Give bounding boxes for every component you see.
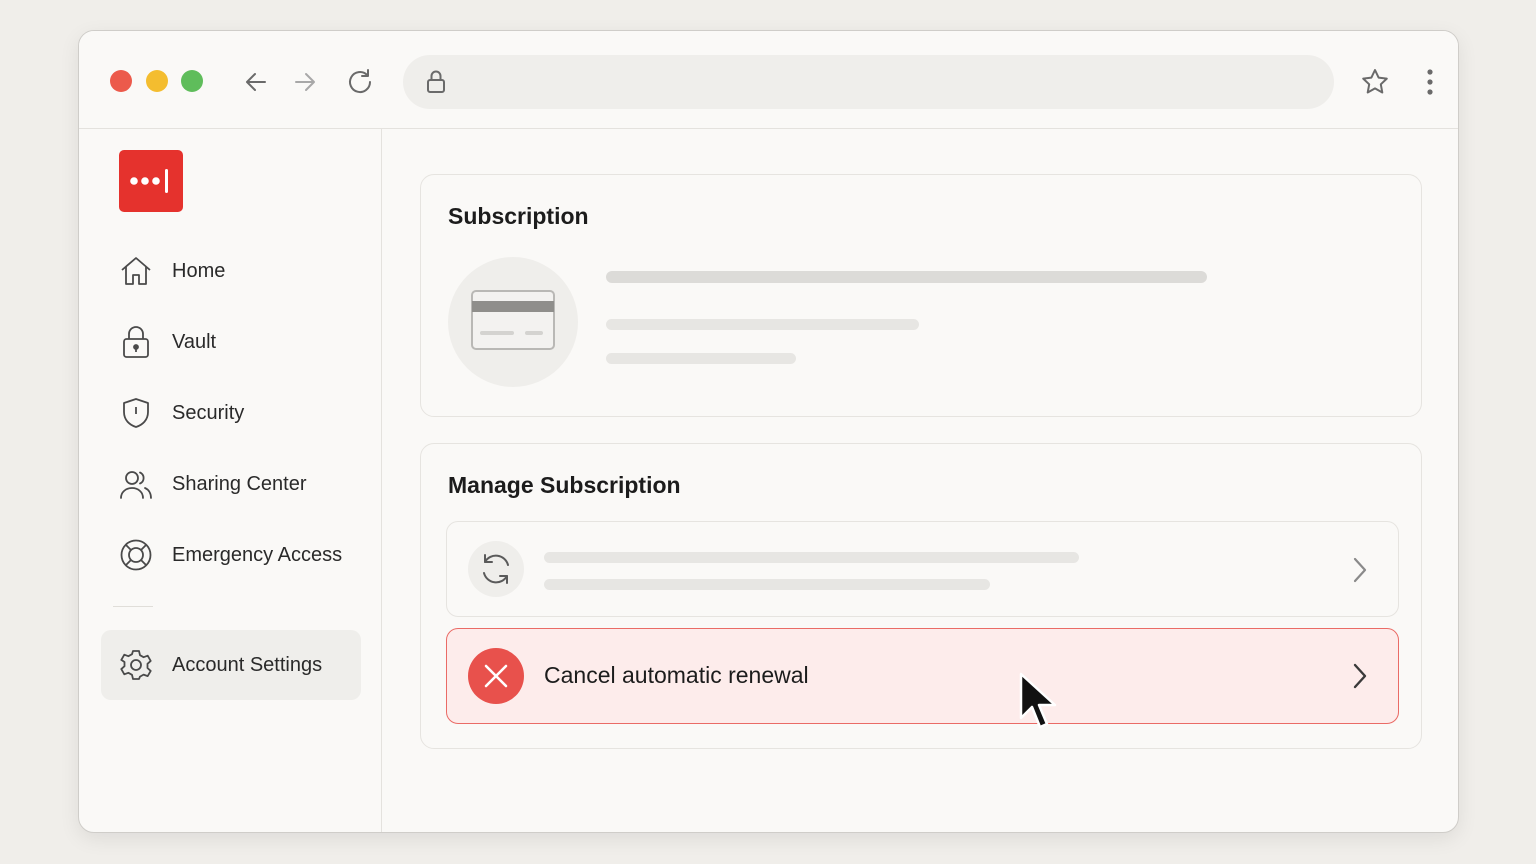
mouse-cursor-icon [1018,672,1058,735]
browser-window: Home Vault Security Sharing Center Emerg [78,30,1459,833]
sidebar-item-label: Home [172,259,226,282]
lock-icon [119,325,153,359]
cancel-renewal-label: Cancel automatic renewal [544,662,809,688]
manage-subscription-title: Manage Subscription [448,472,681,498]
chevron-right-icon [1350,661,1370,691]
minimize-window-button[interactable] [146,70,168,92]
sidebar-item-label: Sharing Center [172,472,307,495]
skeleton-line [544,552,1079,563]
skeleton-line [606,353,796,364]
refresh-icon [468,541,524,597]
cancel-renewal-row[interactable]: Cancel automatic renewal [446,628,1399,724]
skeleton-line [606,319,919,330]
home-icon [119,254,153,288]
lock-icon [425,69,447,100]
users-icon [119,467,153,501]
sidebar: Home Vault Security Sharing Center Emerg [79,129,382,832]
sidebar-item-account-settings[interactable]: Account Settings [101,630,361,700]
more-vertical-icon[interactable] [1415,67,1445,97]
sidebar-item-sharing-center[interactable]: Sharing Center [101,449,361,519]
manage-subscription-card: Manage Subscription Cancel automatic ren… [420,443,1422,749]
sidebar-item-vault[interactable]: Vault [101,307,361,377]
shield-icon [119,396,153,430]
sidebar-item-security[interactable]: Security [101,378,361,448]
sidebar-item-home[interactable]: Home [101,236,361,306]
app-logo[interactable] [119,150,183,212]
back-icon[interactable] [241,67,271,97]
address-bar[interactable] [403,55,1334,109]
subscription-option-row[interactable] [446,521,1399,617]
subscription-avatar [448,257,578,387]
maximize-window-button[interactable] [181,70,203,92]
skeleton-line [544,579,990,590]
close-window-button[interactable] [110,70,132,92]
sidebar-item-label: Security [172,401,245,424]
close-icon [468,648,524,704]
sidebar-item-label: Vault [172,330,217,353]
browser-toolbar [79,31,1458,129]
chevron-right-icon [1350,555,1370,585]
forward-icon[interactable] [290,67,320,97]
sidebar-item-label: Account Settings [172,653,323,676]
sidebar-divider [113,606,153,607]
subscription-card: Subscription [420,174,1422,417]
reload-icon[interactable] [345,67,375,97]
skeleton-line [606,271,1207,283]
credit-card-icon [471,289,555,355]
lifebuoy-icon [119,538,153,572]
star-icon[interactable] [1360,67,1390,97]
sidebar-item-label: Emergency Access [172,543,343,566]
subscription-title: Subscription [448,203,589,229]
gear-icon [119,648,153,682]
sidebar-item-emergency-access[interactable]: Emergency Access [101,520,361,590]
